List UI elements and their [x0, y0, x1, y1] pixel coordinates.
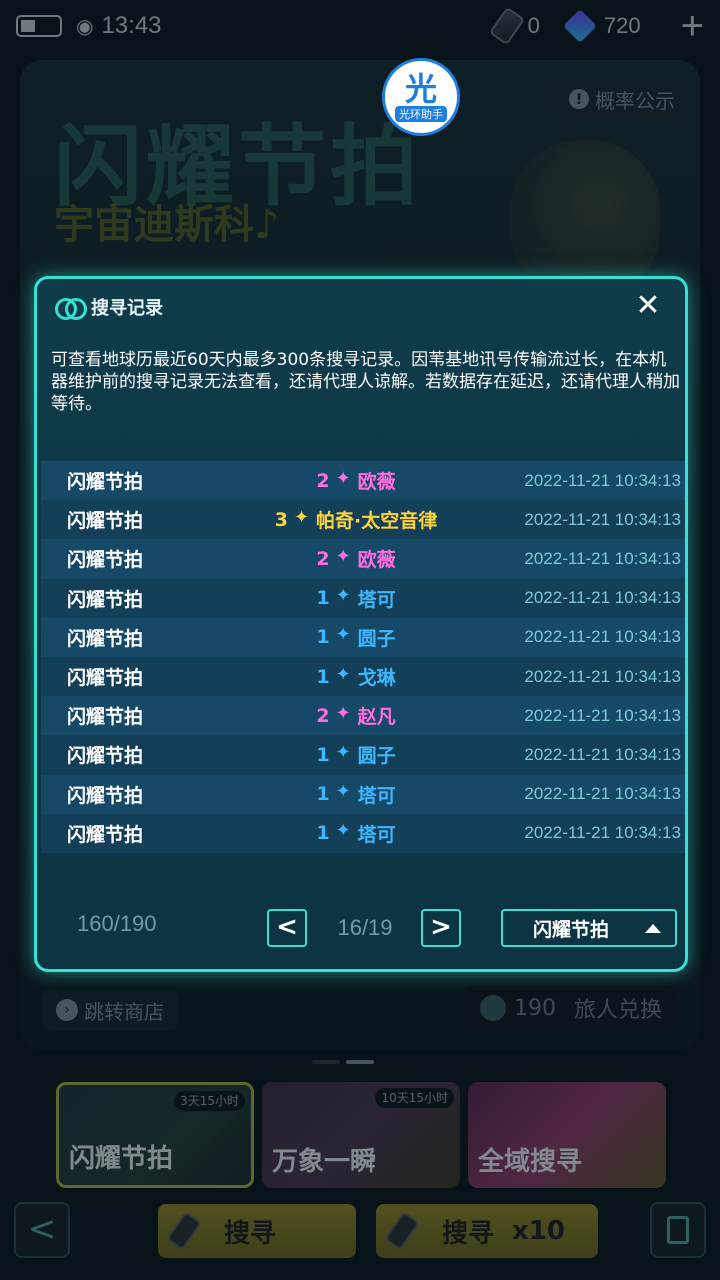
record-time: 2022-11-21 10:34:13	[524, 666, 681, 686]
table-row: 闪耀节拍 1 塔可 2022-11-21 10:34:13	[41, 774, 685, 814]
star-icon	[336, 742, 352, 763]
record-rank: 2	[316, 547, 330, 570]
record-name: 赵凡	[357, 706, 396, 729]
record-count: 160/190	[77, 911, 157, 936]
star-icon	[336, 703, 352, 724]
record-rank: 2	[316, 704, 330, 727]
record-time: 2022-11-21 10:34:13	[524, 588, 681, 608]
table-row: 闪耀节拍 1 圆子 2022-11-21 10:34:13	[41, 617, 685, 657]
record-pool: 闪耀节拍	[67, 706, 144, 729]
table-row: 闪耀节拍 1 圆子 2022-11-21 10:34:13	[41, 735, 685, 774]
next-page-button[interactable]: >	[421, 909, 461, 947]
record-time: 2022-11-21 10:34:13	[524, 744, 681, 764]
record-rank: 1	[316, 822, 330, 845]
chevron-up-icon	[645, 923, 661, 933]
star-icon	[294, 507, 310, 528]
star-icon	[336, 781, 352, 802]
record-pool: 闪耀节拍	[67, 588, 144, 611]
record-icon	[55, 296, 87, 320]
record-table: 闪耀节拍 2 欧薇 2022-11-21 10:34:13 闪耀节拍 3 帕奇·太空音律 20…	[41, 461, 685, 853]
prev-page-button[interactable]: <	[267, 909, 307, 947]
record-pool: 闪耀节拍	[67, 745, 144, 768]
page-indicator: 16/19	[337, 915, 393, 940]
record-pool: 闪耀节拍	[67, 823, 144, 846]
record-time: 2022-11-21 10:34:13	[524, 823, 681, 843]
record-pool: 闪耀节拍	[67, 667, 144, 690]
record-name: 塔可	[357, 823, 396, 846]
record-rank: 1	[316, 665, 330, 688]
record-name: 圆子	[357, 627, 396, 650]
record-rank: 1	[316, 587, 330, 610]
record-name: 圆子	[357, 745, 396, 768]
record-name: 欧薇	[357, 549, 396, 572]
close-button[interactable]: ✕	[631, 289, 665, 323]
record-time: 2022-11-21 10:34:13	[524, 470, 681, 490]
record-item: 1 圆子	[241, 624, 471, 651]
record-name: 塔可	[357, 588, 396, 611]
record-time: 2022-11-21 10:34:13	[524, 705, 681, 725]
dialog-title: 搜寻记录	[91, 298, 163, 319]
record-item: 3 帕奇·太空音律	[241, 506, 471, 533]
table-row: 闪耀节拍 1 塔可 2022-11-21 10:34:13	[41, 579, 685, 618]
notice-text: 可查看地球历最近60天内最多300条搜寻记录。因苇基地讯号传输流过长，在本机器维…	[51, 350, 680, 414]
record-pool: 闪耀节拍	[67, 549, 144, 572]
table-row: 闪耀节拍 1 戈琳 2022-11-21 10:34:13	[41, 657, 685, 696]
record-rank: 3	[274, 508, 288, 531]
star-icon	[336, 664, 352, 685]
record-item: 2 欧薇	[241, 545, 471, 572]
dialog-header: 搜寻记录 ✕	[37, 279, 685, 335]
record-pool: 闪耀节拍	[67, 784, 144, 807]
star-icon	[336, 585, 352, 606]
table-row: 闪耀节拍 2 赵凡 2022-11-21 10:34:13	[41, 696, 685, 736]
record-time: 2022-11-21 10:34:13	[524, 548, 681, 568]
table-row: 闪耀节拍 2 欧薇 2022-11-21 10:34:13	[41, 539, 685, 579]
record-item: 1 圆子	[241, 741, 471, 768]
record-item: 2 赵凡	[241, 702, 471, 729]
record-rank: 1	[316, 783, 330, 806]
record-name: 戈琳	[357, 667, 396, 690]
record-time: 2022-11-21 10:34:13	[524, 509, 681, 529]
record-name: 欧薇	[357, 471, 396, 494]
watermark-logo: 光 光环助手	[382, 58, 460, 136]
table-row: 闪耀节拍 2 欧薇 2022-11-21 10:34:13	[41, 461, 685, 501]
record-name: 帕奇·太空音律	[316, 510, 438, 533]
record-item: 1 塔可	[241, 585, 471, 612]
record-rank: 1	[316, 743, 330, 766]
record-item: 1 戈琳	[241, 663, 471, 690]
star-icon	[336, 468, 352, 489]
star-icon	[336, 820, 352, 841]
record-item: 1 塔可	[241, 781, 471, 808]
record-item: 1 塔可	[241, 820, 471, 847]
record-rank: 2	[316, 469, 330, 492]
table-row: 闪耀节拍 1 塔可 2022-11-21 10:34:13	[41, 814, 685, 853]
search-record-dialog: 搜寻记录 ✕ 可查看地球历最近60天内最多300条搜寻记录。因苇基地讯号传输流过…	[34, 276, 688, 972]
record-pool: 闪耀节拍	[67, 510, 144, 533]
record-item: 2 欧薇	[241, 467, 471, 494]
record-rank: 1	[316, 626, 330, 649]
record-pool: 闪耀节拍	[67, 471, 144, 494]
record-name: 塔可	[357, 784, 396, 807]
record-time: 2022-11-21 10:34:13	[524, 627, 681, 647]
table-row: 闪耀节拍 3 帕奇·太空音律 2022-11-21 10:34:13	[41, 500, 685, 539]
star-icon	[336, 624, 352, 645]
record-pool: 闪耀节拍	[67, 627, 144, 650]
star-icon	[336, 546, 352, 567]
dialog-footer: 160/190 < 16/19 > 闪耀节拍	[37, 879, 685, 959]
record-time: 2022-11-21 10:34:13	[524, 784, 681, 804]
pool-filter-dropdown[interactable]: 闪耀节拍	[501, 909, 677, 947]
